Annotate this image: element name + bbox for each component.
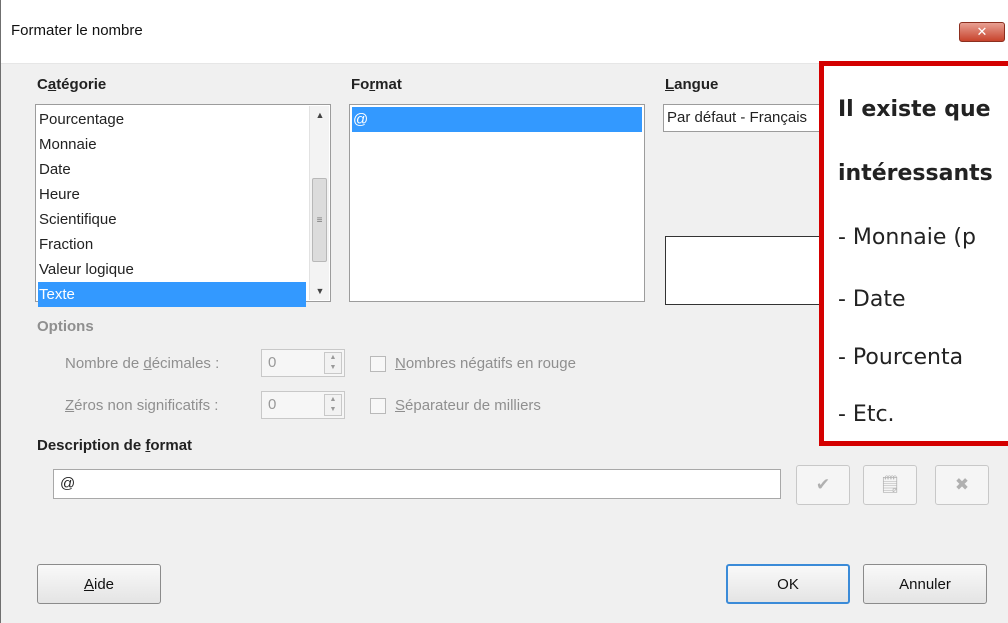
- language-label: Langue: [665, 76, 719, 93]
- negative-red-checkbox[interactable]: [370, 356, 386, 372]
- category-list-item[interactable]: Date: [38, 157, 306, 182]
- category-list[interactable]: Pourcentage Monnaie Date Heure Scientifique F…: [35, 104, 331, 307]
- callout-line-1: Il existe que: [838, 97, 991, 122]
- callout-line-6: - Etc.: [838, 402, 895, 427]
- leading-zeros-spinner[interactable]: 0 ▲ ▼: [261, 391, 345, 419]
- edit-comment-button[interactable]: 🗒: [863, 465, 917, 505]
- format-label: Format: [351, 76, 402, 93]
- category-list-item[interactable]: Texte: [38, 282, 306, 307]
- callout-line-2: intéressants: [838, 161, 993, 186]
- scroll-down-icon[interactable]: ▼: [310, 282, 330, 300]
- ok-button[interactable]: OK: [726, 564, 850, 604]
- category-list-item[interactable]: Fraction: [38, 232, 306, 257]
- delete-icon: ✖: [954, 475, 970, 494]
- format-list[interactable]: @: [349, 104, 645, 302]
- category-list-item[interactable]: Valeur logique: [38, 257, 306, 282]
- spin-arrows-icon[interactable]: ▲ ▼: [324, 394, 342, 416]
- category-scrollbar[interactable]: ▲ ≡ ▼: [309, 106, 329, 300]
- format-code-input[interactable]: @: [53, 469, 781, 499]
- negative-red-label: Nombres négatifs en rouge: [395, 355, 576, 372]
- scroll-up-icon[interactable]: ▲: [310, 106, 330, 124]
- callout-line-4: - Date: [838, 287, 906, 312]
- close-icon: ✕: [976, 24, 988, 39]
- cancel-button[interactable]: Annuler: [863, 564, 987, 604]
- format-preview: [665, 236, 835, 305]
- callout-line-5: - Pourcenta: [838, 345, 964, 370]
- add-format-button[interactable]: ✔: [796, 465, 850, 505]
- leading-zeros-value: 0: [268, 396, 277, 413]
- delete-format-button[interactable]: ✖: [935, 465, 989, 505]
- close-button[interactable]: ✕: [959, 22, 1005, 42]
- dialog-title: Formater le nombre: [11, 22, 143, 39]
- title-bar: Formater le nombre ✕: [1, 0, 1008, 64]
- comment-icon: 🗒: [879, 475, 901, 494]
- thousands-separator-label: Séparateur de milliers: [395, 397, 541, 414]
- format-number-dialog: Formater le nombre ✕ Catégorie Pourcenta…: [0, 0, 1008, 623]
- help-button[interactable]: Aide: [37, 564, 161, 604]
- thousands-separator-checkbox[interactable]: [370, 398, 386, 414]
- category-list-item[interactable]: Pourcentage: [38, 107, 306, 132]
- category-list-item[interactable]: Heure: [38, 182, 306, 207]
- language-select[interactable]: Par défaut - Français: [663, 104, 833, 132]
- annotation-callout: Il existe que intéressants - Monnaie (p …: [819, 61, 1008, 446]
- category-list-item[interactable]: Scientifique: [38, 207, 306, 232]
- decimals-spinner[interactable]: 0 ▲ ▼: [261, 349, 345, 377]
- checkmark-icon: ✔: [815, 475, 831, 494]
- callout-line-3: - Monnaie (p: [838, 225, 976, 250]
- category-label: Catégorie: [37, 76, 107, 93]
- decimals-value: 0: [268, 354, 277, 371]
- leading-zeros-label: Zéros non significatifs :: [65, 397, 219, 414]
- category-list-item[interactable]: Monnaie: [38, 132, 306, 157]
- decimals-label: Nombre de décimales :: [65, 355, 220, 372]
- format-description-label: Description de format: [37, 437, 193, 454]
- format-list-item[interactable]: @: [352, 107, 642, 132]
- scroll-thumb[interactable]: ≡: [312, 178, 327, 262]
- options-title: Options: [37, 318, 94, 335]
- spin-arrows-icon[interactable]: ▲ ▼: [324, 352, 342, 374]
